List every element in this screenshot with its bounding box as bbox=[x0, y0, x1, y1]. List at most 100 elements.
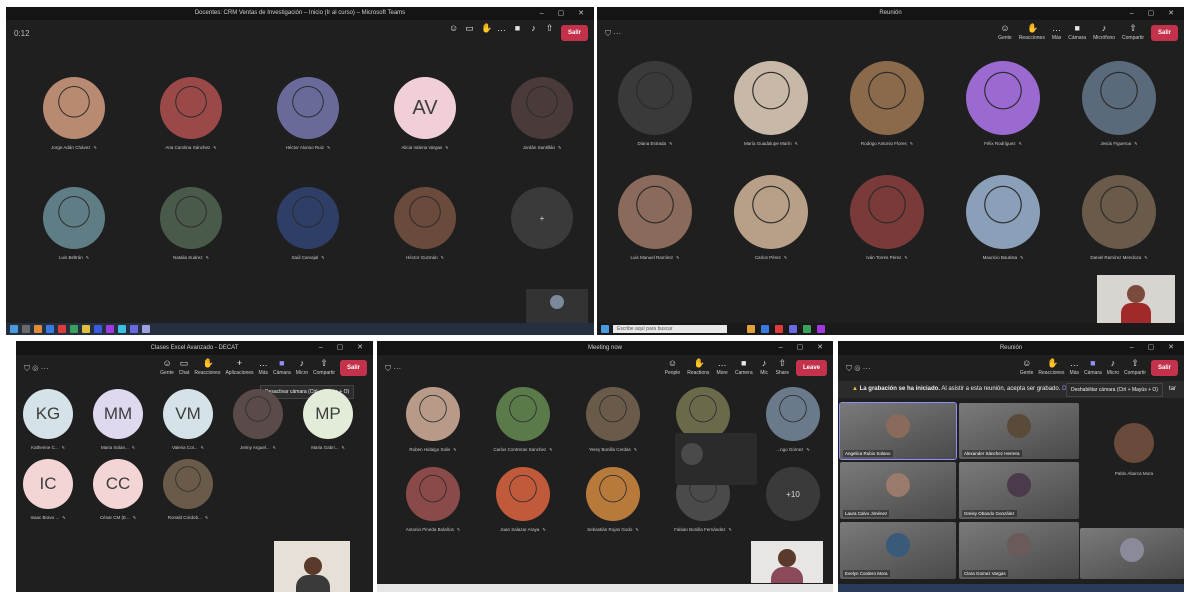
participant-tile[interactable]: Héctor Alonso Ruiz ✎ bbox=[258, 77, 358, 150]
participant-tile[interactable]: Juan Salazar Araya ✎ bbox=[473, 467, 573, 532]
window-controls[interactable]: – ▢ ✕ bbox=[319, 341, 369, 355]
toolbar-button-gente[interactable]: ☺ Gente bbox=[998, 24, 1012, 42]
taskbar-app-icon[interactable] bbox=[803, 325, 811, 333]
participant-tile[interactable]: Ana Carolina Sánchez ✎ bbox=[141, 77, 241, 150]
participant-video-tile[interactable] bbox=[1080, 528, 1184, 579]
taskbar-app-icon[interactable] bbox=[130, 325, 138, 333]
toolbar-button-people[interactable]: ☺ People bbox=[665, 359, 681, 377]
taskbar-app-icon[interactable] bbox=[761, 325, 769, 333]
toolbar-button-micro[interactable]: ♪ Micro bbox=[1107, 359, 1119, 377]
participant-tile[interactable]: Ronald Córdob... ✎ bbox=[138, 459, 238, 520]
taskbar-app-icon[interactable] bbox=[106, 325, 114, 333]
participant-tile[interactable]: Mauricio Bautista ✎ bbox=[953, 175, 1053, 260]
taskbar-app-icon[interactable] bbox=[22, 325, 30, 333]
toolbar-button-camera[interactable]: ■ Camera bbox=[735, 359, 753, 377]
participant-tile[interactable]: Carlos Contreras Sanchez ✎ bbox=[473, 387, 573, 452]
toolbar-button-mic[interactable]: ♪ Mic bbox=[760, 359, 769, 377]
taskbar-app-icon[interactable] bbox=[775, 325, 783, 333]
taskbar-app-icon[interactable] bbox=[70, 325, 78, 333]
more-participants-button[interactable]: +10 bbox=[766, 467, 820, 521]
toolbar-button-chat[interactable]: ▭ Chat bbox=[179, 359, 190, 377]
participant-video-tile[interactable]: Angelica Rubio Solano bbox=[839, 402, 957, 460]
participant-tile[interactable]: Natalia Suárez ✎ bbox=[141, 187, 241, 260]
toolbar-button-más[interactable]: … Más bbox=[1070, 359, 1079, 377]
toolbar-button-cámara[interactable]: ■ Cámara bbox=[273, 359, 291, 377]
participant-tile[interactable]: María Guadalupe Marín ✎ bbox=[721, 61, 821, 146]
people-icon[interactable]: ☺ bbox=[449, 24, 458, 33]
participant-tile[interactable]: Diana Estrada ✎ bbox=[605, 61, 705, 146]
toolbar-button-cámara[interactable]: ■ Cámara bbox=[1068, 24, 1086, 42]
taskbar-app-icon[interactable] bbox=[142, 325, 150, 333]
window-controls[interactable]: – ▢ ✕ bbox=[779, 341, 829, 355]
toolbar-button-reacciones[interactable]: ✋ Reacciones bbox=[1019, 24, 1045, 42]
taskbar-app-icon[interactable] bbox=[46, 325, 54, 333]
taskbar-search-box[interactable]: Escribe aquí para buscar bbox=[613, 325, 727, 333]
toolbar-button-compartir[interactable]: ⇧ Compartir bbox=[1122, 24, 1144, 42]
toolbar-button-gente[interactable]: ☺ Gente bbox=[1020, 359, 1034, 377]
window-controls[interactable]: – ▢ ✕ bbox=[1130, 7, 1180, 20]
taskbar-app-icon[interactable] bbox=[118, 325, 126, 333]
participant-tile[interactable]: + bbox=[492, 187, 592, 249]
participant-tile[interactable]: Carlos Pérez ✎ bbox=[721, 175, 821, 260]
participant-video-tile[interactable]: Laura Calvo Jiménez bbox=[840, 462, 956, 519]
toolbar-button-gente[interactable]: ☺ Gente bbox=[160, 359, 174, 377]
toolbar-button-micrófono[interactable]: ♪ Micrófono bbox=[1093, 24, 1115, 42]
chat-icon[interactable]: ▭ bbox=[465, 24, 474, 33]
participant-tile[interactable]: MP Maria Gabri... ✎ bbox=[278, 389, 373, 450]
taskbar-app-icon[interactable] bbox=[789, 325, 797, 333]
leave-button[interactable]: Salir bbox=[1150, 25, 1178, 41]
participant-tile[interactable]: Héctor Guzmán ✎ bbox=[375, 187, 475, 260]
taskbar-app-icon[interactable] bbox=[747, 325, 755, 333]
toolbar-button-más[interactable]: … Más bbox=[1052, 24, 1061, 42]
participant-tile[interactable]: Saúl Carvajal ✎ bbox=[258, 187, 358, 260]
window-controls[interactable]: – ▢ ✕ bbox=[1130, 341, 1180, 355]
leave-button[interactable]: Leave bbox=[795, 360, 827, 376]
camera-icon[interactable]: ■ bbox=[513, 24, 522, 33]
participant-tile[interactable]: Luis Beltrán ✎ bbox=[24, 187, 124, 260]
participant-tile[interactable]: Daniel Ramírez Mendoza ✎ bbox=[1069, 175, 1169, 260]
taskbar-app-icon[interactable] bbox=[817, 325, 825, 333]
participant-video-tile[interactable]: Clara Gomez Vargas bbox=[959, 522, 1079, 579]
reactions-icon[interactable]: ✋ bbox=[481, 24, 492, 33]
more-icon[interactable]: … bbox=[497, 24, 506, 33]
participant-tile[interactable]: Yerey Bonilla Cerdas ✎ bbox=[563, 387, 663, 452]
leave-button[interactable]: Salir bbox=[339, 360, 367, 376]
taskbar-app-icon[interactable] bbox=[34, 325, 42, 333]
toolbar-button-reactions[interactable]: ✋ Reactions bbox=[687, 359, 709, 377]
participant-tile[interactable]: Jesús Figueroa ✎ bbox=[1069, 61, 1169, 146]
participant-tile[interactable]: Iván Torres Pérez ✎ bbox=[837, 175, 937, 260]
leave-button[interactable]: Salir bbox=[560, 25, 588, 41]
leave-button[interactable]: Salir bbox=[1150, 360, 1178, 376]
participant-video-tile[interactable]: Alexander Sánchez Herrera bbox=[959, 403, 1079, 459]
mic-icon[interactable]: ♪ bbox=[529, 24, 538, 33]
toolbar-button-aplicaciones[interactable]: + Aplicaciones bbox=[225, 359, 253, 377]
participant-video-tile[interactable]: Greisy Obando González bbox=[959, 462, 1079, 519]
taskbar-app-icon[interactable] bbox=[82, 325, 90, 333]
taskbar-app-icon[interactable] bbox=[58, 325, 66, 333]
toolbar-button-reacciones[interactable]: ✋ Reacciones bbox=[194, 359, 220, 377]
participant-tile[interactable]: Jorge Adán Chávez ✎ bbox=[24, 77, 124, 150]
taskbar-app-icon[interactable] bbox=[94, 325, 102, 333]
participant-tile[interactable]: Félix Rodríguez ✎ bbox=[953, 61, 1053, 146]
windows-start-icon[interactable] bbox=[10, 325, 18, 333]
participant-tile[interactable]: Antonio Pineda Bolaños ✎ bbox=[383, 467, 483, 532]
toolbar-button-compartir[interactable]: ⇧ Compartir bbox=[1124, 359, 1146, 377]
toolbar-button-share[interactable]: ⇧ Share bbox=[776, 359, 789, 377]
toolbar-button-cámara[interactable]: ■ Cámara bbox=[1084, 359, 1102, 377]
participant-tile[interactable]: AV Alicia Valeria Vargas ✎ bbox=[375, 77, 475, 150]
share-icon[interactable]: ⇧ bbox=[545, 24, 554, 33]
toolbar-button-micro[interactable]: ♪ Micro bbox=[296, 359, 308, 377]
participant-tile[interactable]: Sebastián Rojas Godo ✎ bbox=[563, 467, 663, 532]
toolbar-button-reacciones[interactable]: ✋ Reacciones bbox=[1038, 359, 1064, 377]
participant-tile[interactable]: Rodrigo Antonio Flores ✎ bbox=[837, 61, 937, 146]
participant-tile[interactable]: Ruben Hidalgo Solis ✎ bbox=[383, 387, 483, 452]
window-controls[interactable]: – ▢ ✕ bbox=[540, 7, 590, 20]
toolbar-button-compartir[interactable]: ⇧ Compartir bbox=[313, 359, 335, 377]
participant-video-tile[interactable]: Evelyn Cordero Mora bbox=[840, 522, 956, 579]
participant-tile[interactable]: Luis Manuel Ramírez ✎ bbox=[605, 175, 705, 260]
windows-start-icon[interactable] bbox=[601, 325, 609, 333]
participant-tile[interactable]: Jordán Santillán ✎ bbox=[492, 77, 592, 150]
toolbar-button-más[interactable]: … Más bbox=[259, 359, 268, 377]
toolbar-button-more[interactable]: … More bbox=[716, 359, 727, 377]
more-participants-button[interactable]: + bbox=[511, 187, 573, 249]
